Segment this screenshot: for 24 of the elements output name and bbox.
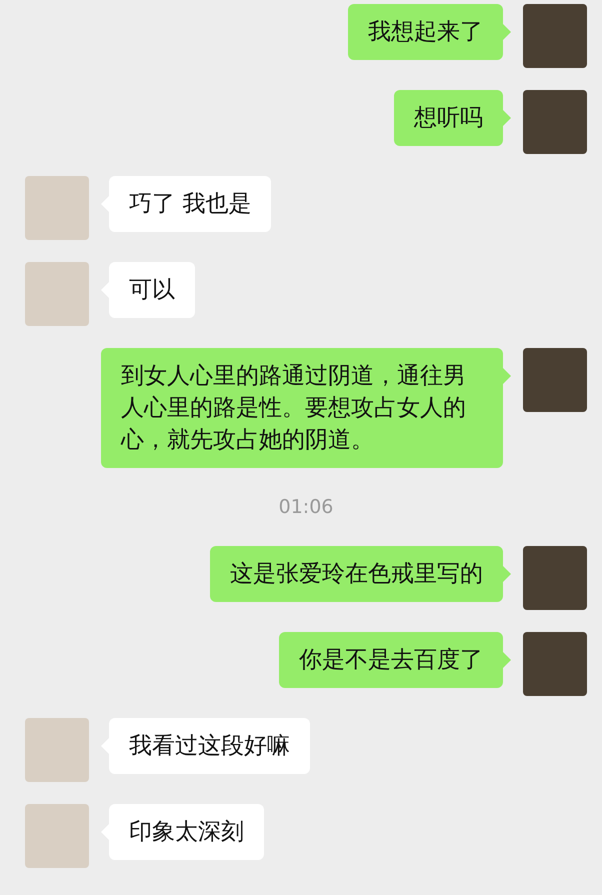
bubble-tail bbox=[503, 652, 511, 668]
bubble-tail bbox=[503, 24, 511, 40]
avatar-placeholder[interactable] bbox=[25, 804, 89, 868]
message-bubble: 我想起来了 bbox=[348, 4, 503, 60]
avatar-placeholder[interactable] bbox=[523, 632, 587, 696]
bubble-tail bbox=[503, 566, 511, 582]
avatar-placeholder[interactable] bbox=[25, 176, 89, 240]
bubble-tail bbox=[503, 110, 511, 126]
message-bubble: 这是张爱玲在色戒里写的 bbox=[210, 546, 503, 602]
avatar-placeholder[interactable] bbox=[523, 90, 587, 154]
message-bubble: 想听吗 bbox=[394, 90, 503, 146]
message-bubble: 我看过这段好嘛 bbox=[109, 718, 310, 774]
message-bubble: 印象太深刻 bbox=[109, 804, 264, 860]
message-bubble: 可以 bbox=[109, 262, 195, 318]
avatar-placeholder[interactable] bbox=[25, 718, 89, 782]
message-bubble: 你是不是去百度了 bbox=[279, 632, 503, 688]
avatar-placeholder[interactable] bbox=[523, 4, 587, 68]
timestamp: 01:06 bbox=[278, 496, 334, 518]
message-bubble: 到女人心里的路通过阴道，通往男人心里的路是性。要想攻占女人的心，就先攻占她的阴道。 bbox=[101, 348, 503, 468]
avatar-placeholder[interactable] bbox=[25, 262, 89, 326]
message-bubble: 巧了 我也是 bbox=[109, 176, 272, 232]
bubble-tail bbox=[503, 368, 511, 384]
avatar-placeholder[interactable] bbox=[523, 546, 587, 610]
avatar-placeholder[interactable] bbox=[523, 348, 587, 412]
